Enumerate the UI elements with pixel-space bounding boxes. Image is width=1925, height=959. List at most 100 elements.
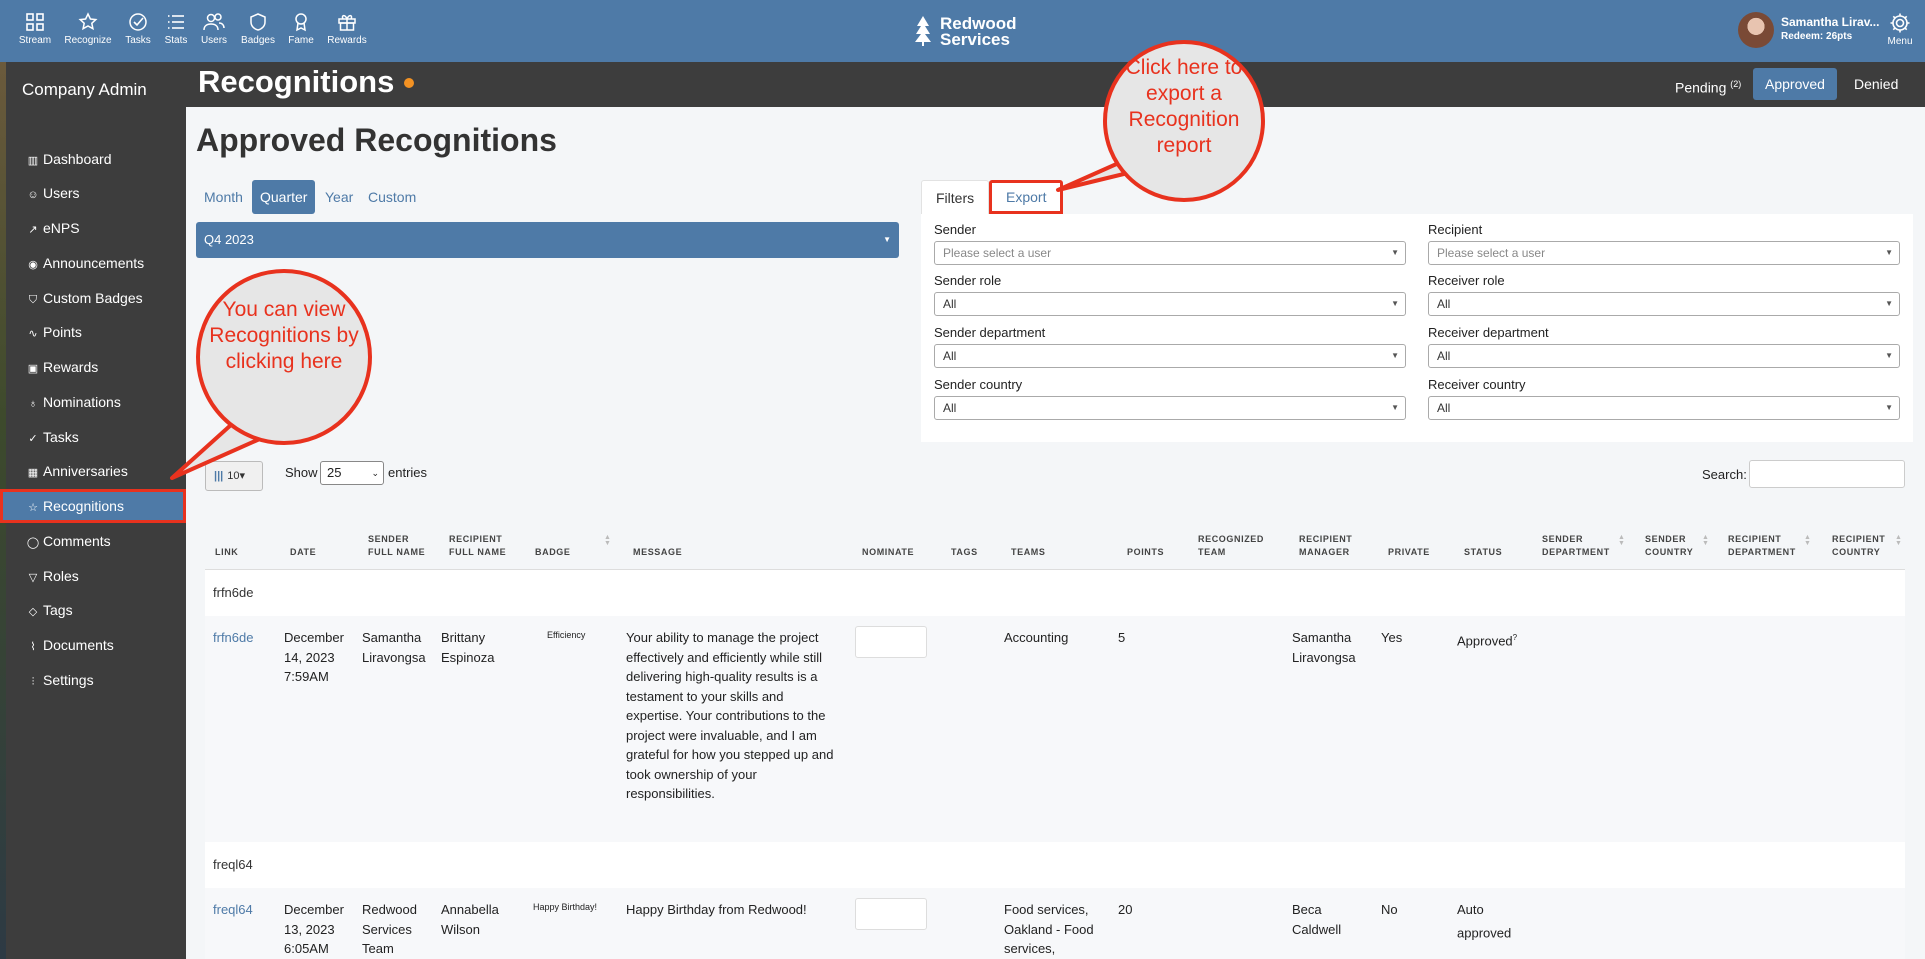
callout-recognitions: You can view Recognitions by clicking he…	[196, 269, 372, 445]
cell-badge: Happy Birthday!	[533, 902, 598, 912]
nominate-input[interactable]	[855, 898, 927, 930]
sender-country-select[interactable]: All ▼	[934, 396, 1406, 420]
tab-approved[interactable]: Approved	[1753, 68, 1837, 100]
col-private[interactable]: Private	[1388, 546, 1430, 559]
sort-icon[interactable]: ▲ ▼	[1895, 534, 1902, 547]
sidebar-item-settings[interactable]: ⫶ Settings	[6, 663, 186, 697]
col-recipient-manager[interactable]: Recipient Manager	[1299, 533, 1365, 559]
gear-icon	[1890, 13, 1910, 33]
col-status[interactable]: Status	[1464, 546, 1502, 559]
col-sender-full-name[interactable]: Sender Full Name	[368, 533, 428, 559]
sidebar-item-custom-badges[interactable]: ⛉ Custom Badges	[6, 281, 186, 315]
recipient-label: Recipient	[1428, 222, 1483, 237]
tab-denied[interactable]: Denied	[1842, 68, 1910, 100]
user-name[interactable]: Samantha Lirav...	[1781, 15, 1879, 29]
sidebar-item-rewards[interactable]: ▣ Rewards	[6, 350, 186, 384]
caret-down-icon: ⌄	[371, 468, 379, 478]
col-recipient-department[interactable]: Recipient Department	[1728, 533, 1806, 559]
sidebar-item-users[interactable]: ☺ Users	[6, 176, 186, 210]
sender-placeholder: Please select a user	[943, 246, 1052, 260]
quarter-value: Q4 2023	[204, 232, 254, 247]
recognition-link[interactable]: frfn6de	[213, 628, 253, 648]
col-sender-country[interactable]: Sender Country	[1645, 533, 1701, 559]
sidebar-item-label: Rewards	[43, 359, 99, 375]
sidebar-item-recognitions[interactable]: ☆ Recognitions	[0, 489, 186, 523]
col-sender-department[interactable]: Sender Department	[1542, 533, 1616, 559]
sender-role-select[interactable]: All ▼	[934, 292, 1406, 316]
col-recognized-team[interactable]: Recognized Team	[1198, 533, 1278, 559]
nominate-input[interactable]	[855, 626, 927, 658]
period-tab-year[interactable]: Year	[317, 180, 361, 214]
group-row: freql64	[205, 842, 1905, 888]
receiver-dept-label: Receiver department	[1428, 325, 1549, 340]
sidebar-item-announcements[interactable]: ◉ Announcements	[6, 246, 186, 280]
tab-pending[interactable]: Pending (2)	[1663, 68, 1753, 100]
sidebar-item-enps[interactable]: ↗ eNPS	[6, 211, 186, 245]
col-link[interactable]: Link	[215, 546, 238, 559]
redwood-logo[interactable]: Redwood Services	[914, 14, 1024, 48]
sort-icon[interactable]: ▲ ▼	[604, 534, 611, 547]
status-help-icon[interactable]: ?	[1513, 633, 1517, 642]
sender-select[interactable]: Please select a user ▼	[934, 241, 1406, 265]
status-dot	[404, 78, 414, 88]
sidebar-item-roles[interactable]: ▽ Roles	[6, 559, 186, 593]
page-header: Recognitions Pending (2) Approved Denied	[186, 62, 1925, 107]
sort-icon[interactable]: ▲ ▼	[1702, 534, 1709, 547]
period-tab-month[interactable]: Month	[196, 180, 251, 214]
users-icon	[203, 13, 225, 31]
filter-icon: ▽	[28, 572, 38, 584]
sidebar-item-label: Users	[43, 185, 80, 201]
sidebar-item-tasks[interactable]: ✓ Tasks	[6, 420, 186, 454]
period-tab-custom[interactable]: Custom	[360, 180, 424, 214]
receiver-dept-select[interactable]: All ▼	[1428, 344, 1900, 368]
sidebar-item-nominations[interactable]: ♁ Nominations	[6, 385, 186, 419]
sidebar-item-anniversaries[interactable]: ▦ Anniversaries	[6, 454, 186, 488]
tab-export[interactable]: Export	[989, 180, 1064, 214]
receiver-role-select[interactable]: All ▼	[1428, 292, 1900, 316]
callout-export: Click here to export a Recognition repor…	[1103, 40, 1265, 202]
cell-badge: Efficiency	[547, 630, 586, 640]
sidebar-item-comments[interactable]: ◯ Comments	[6, 524, 186, 558]
sidebar-item-dashboard[interactable]: ▥ Dashboard	[6, 142, 186, 176]
sender-role-value: All	[943, 297, 957, 311]
recognition-link[interactable]: freql64	[213, 900, 253, 920]
page-size-select[interactable]: 25 ⌄	[320, 461, 384, 485]
col-teams[interactable]: Teams	[1011, 546, 1046, 559]
tab-filters[interactable]: Filters	[921, 180, 990, 214]
status-text: Auto approved	[1457, 902, 1512, 940]
col-points[interactable]: Points	[1127, 546, 1164, 559]
caret-down-icon: ▼	[1391, 299, 1399, 308]
sidebar-item-tags[interactable]: ◇ Tags	[6, 593, 186, 627]
sort-icon[interactable]: ▲ ▼	[1618, 534, 1625, 547]
sidebar-item-documents[interactable]: ⌇ Documents	[6, 628, 186, 662]
col-tags[interactable]: Tags	[951, 546, 978, 559]
nav-rewards[interactable]: Rewards	[321, 12, 373, 46]
column-visibility-button[interactable]: ||| 10▾	[205, 461, 263, 491]
check-circle-icon: ✓	[28, 433, 38, 445]
cell-sender: Redwood Services Team	[362, 902, 417, 956]
paperclip-icon: ⌇	[30, 641, 36, 653]
receiver-role-value: All	[1437, 297, 1451, 311]
receiver-country-select[interactable]: All ▼	[1428, 396, 1900, 420]
nav-fame[interactable]: Fame	[275, 12, 327, 46]
col-recipient-full-name[interactable]: Recipient Full Name	[449, 533, 515, 559]
sidebar-item-points[interactable]: ∿ Points	[6, 315, 186, 349]
col-nominate[interactable]: Nominate	[862, 546, 914, 559]
col-date[interactable]: Date	[290, 546, 316, 559]
sort-icon[interactable]: ▲ ▼	[1804, 534, 1811, 547]
sender-dept-select[interactable]: All ▼	[934, 344, 1406, 368]
col-message[interactable]: Message	[633, 546, 682, 559]
avatar[interactable]	[1738, 12, 1774, 48]
grid-icon	[26, 13, 44, 31]
search-input[interactable]	[1749, 460, 1905, 488]
callout-text: Click here to export a Recognition repor…	[1125, 56, 1243, 157]
recipient-select[interactable]: Please select a user ▼	[1428, 241, 1900, 265]
menu-button[interactable]: Menu	[1880, 12, 1920, 47]
nav-recognize[interactable]: Recognize	[62, 12, 114, 46]
sidebar-item-label: Documents	[43, 637, 114, 653]
nav-stream[interactable]: Stream	[9, 12, 61, 46]
quarter-select[interactable]: Q4 2023 ▼	[196, 222, 899, 258]
period-tab-quarter[interactable]: Quarter	[252, 180, 316, 214]
col-recipient-country[interactable]: Recipient Country	[1832, 533, 1892, 559]
col-badge[interactable]: Badge	[535, 546, 571, 559]
